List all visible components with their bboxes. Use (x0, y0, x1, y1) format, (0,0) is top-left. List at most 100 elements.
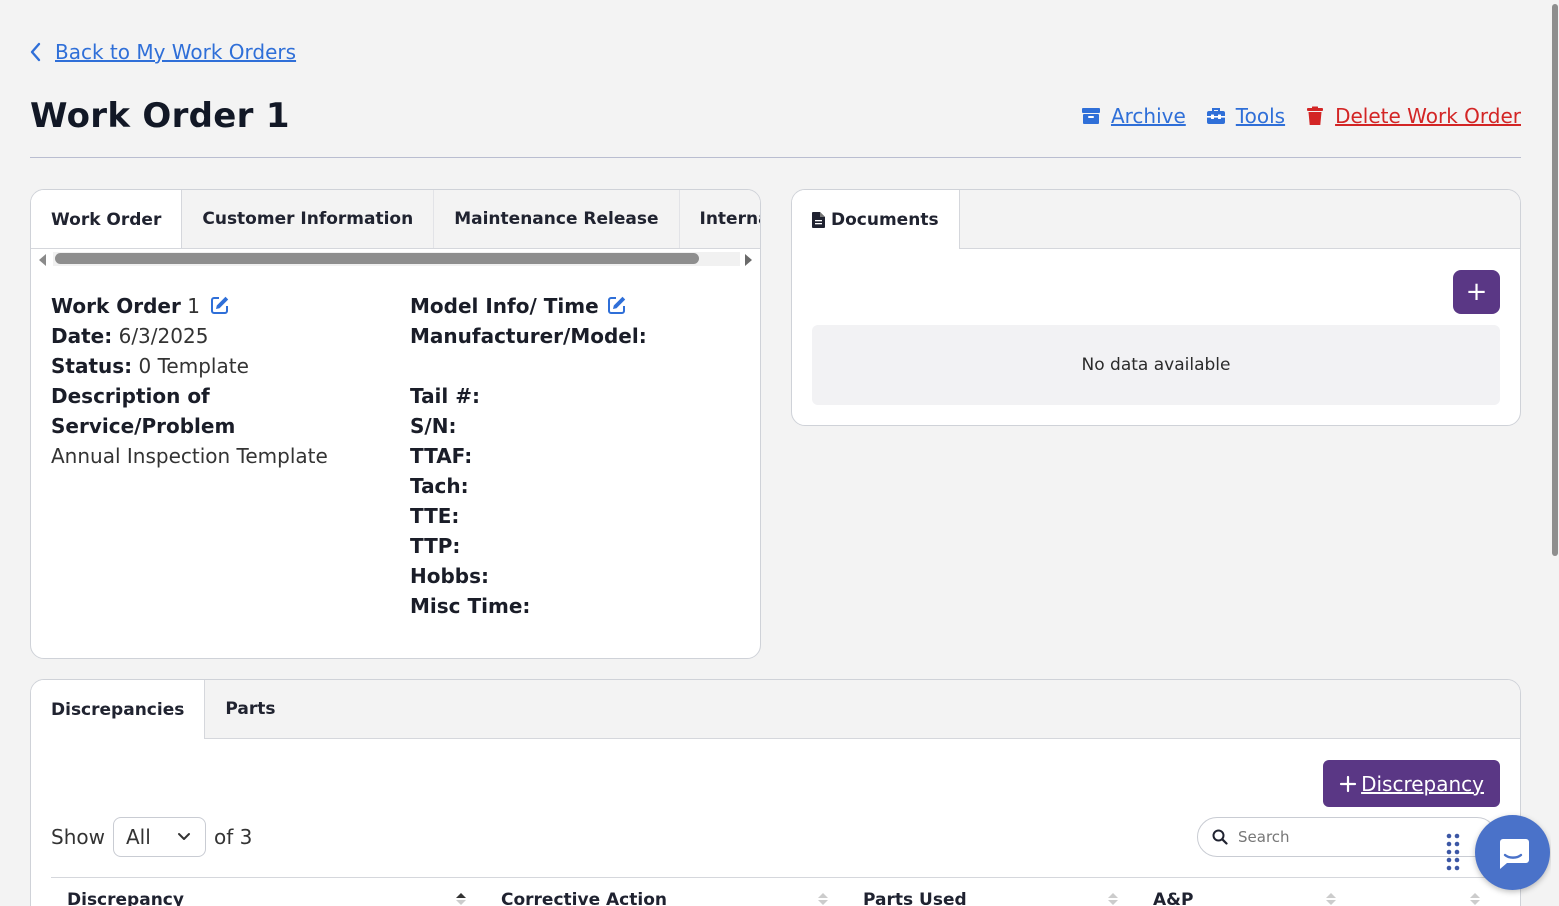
tach-row: Tach: (410, 471, 740, 501)
add-discrepancy-button[interactable]: Discrepancy (1323, 760, 1500, 807)
chevron-left-icon (30, 42, 41, 62)
sn-row: S/N: (410, 411, 740, 441)
work-order-card: Work Order Customer Information Maintena… (30, 189, 761, 659)
delete-work-order-button[interactable]: Delete Work Order (1305, 104, 1521, 128)
add-discrepancy-label[interactable]: Discrepancy (1361, 772, 1484, 796)
chat-icon (1499, 838, 1529, 869)
misc-time-label: Misc Time: (410, 594, 531, 618)
page-size-select[interactable]: All (112, 817, 206, 857)
status-value: 0 Template (138, 354, 249, 378)
grid-dots-icon[interactable] (1446, 833, 1462, 873)
search-input[interactable] (1238, 828, 1458, 846)
tail-label: Tail #: (410, 384, 480, 408)
description-label-row: Description of Service/Problem (51, 381, 391, 441)
delete-label[interactable]: Delete Work Order (1335, 104, 1521, 128)
search-icon (1212, 829, 1228, 845)
status-label: Status: (51, 354, 133, 378)
edit-model-info-icon[interactable] (607, 295, 627, 315)
work-order-value: 1 (187, 294, 200, 318)
trash-icon (1307, 106, 1324, 125)
page-size-value: All (125, 825, 151, 849)
tabs-horizontal-scrollbar[interactable] (31, 249, 760, 269)
blank-row (410, 351, 740, 381)
archive-button[interactable]: Archive (1081, 104, 1186, 128)
description-label: Description of Service/Problem (51, 384, 236, 438)
sort-icon[interactable] (1325, 892, 1337, 906)
model-info-row: Model Info/ Time (410, 291, 740, 321)
column-corrective-action[interactable]: Corrective Action (501, 890, 667, 906)
ttaf-row: TTAF: (410, 441, 740, 471)
tools-label[interactable]: Tools (1236, 104, 1285, 128)
toolbox-icon (1206, 108, 1225, 124)
manufacturer-row: Manufacturer/Model: (410, 321, 740, 351)
ttp-label: TTP: (410, 534, 461, 558)
tab-parts[interactable]: Parts (205, 680, 295, 738)
sort-icon[interactable] (817, 892, 829, 906)
sort-icon[interactable] (1107, 892, 1119, 906)
documents-tab-label[interactable]: Documents (831, 210, 939, 230)
tte-label: TTE: (410, 504, 460, 528)
tab-maintenance-release[interactable]: Maintenance Release (434, 190, 680, 248)
page-size-control: Show All of 3 (51, 817, 252, 857)
scroll-right-arrow-icon[interactable] (745, 254, 752, 266)
tab-internal-notes[interactable]: Internal Notes (680, 190, 761, 248)
archive-label[interactable]: Archive (1111, 104, 1186, 128)
misc-time-row: Misc Time: (410, 591, 740, 621)
work-order-number-row: Work Order 1 (51, 291, 391, 321)
sn-label: S/N: (410, 414, 457, 438)
work-order-tabs: Work Order Customer Information Maintena… (31, 190, 760, 249)
discrepancies-tabs: Discrepancies Parts (31, 680, 1520, 739)
chevron-down-icon (177, 833, 190, 840)
sort-asc-icon[interactable] (455, 892, 467, 906)
back-to-work-orders-link[interactable]: Back to My Work Orders (29, 40, 296, 64)
work-order-details: Work Order 1 Date: 6/3/2025 Status: 0 Te… (31, 269, 760, 658)
edit-work-order-icon[interactable] (210, 295, 230, 315)
plus-icon (1339, 775, 1357, 792)
ttp-row: TTP: (410, 531, 740, 561)
documents-tabs: Documents (792, 190, 1520, 249)
model-info-label: Model Info/ Time (410, 294, 599, 318)
date-value: 6/3/2025 (118, 324, 209, 348)
archive-icon (1081, 108, 1100, 124)
header-actions: Archive Tools Delete Work Order (1081, 104, 1521, 128)
documents-card: Documents + No data available (791, 189, 1521, 426)
show-label: Show (51, 825, 105, 849)
description-value-row: Annual Inspection Template (51, 441, 391, 471)
status-row: Status: 0 Template (51, 351, 391, 381)
page-vertical-scrollbar[interactable] (1551, 0, 1559, 906)
scrollbar-thumb[interactable] (55, 253, 699, 264)
back-link-label[interactable]: Back to My Work Orders (55, 40, 296, 64)
tab-documents[interactable]: Documents (792, 190, 960, 249)
description-value: Annual Inspection Template (51, 444, 328, 468)
sort-icon[interactable] (1469, 892, 1481, 906)
header-divider (30, 157, 1521, 158)
hobbs-label: Hobbs: (410, 564, 490, 588)
documents-empty-state: No data available (812, 325, 1500, 405)
chat-widget-button[interactable] (1475, 815, 1550, 890)
tools-button[interactable]: Tools (1206, 104, 1285, 128)
of-count-label: of 3 (213, 825, 253, 849)
file-icon (812, 211, 825, 228)
date-row: Date: 6/3/2025 (51, 321, 391, 351)
tab-discrepancies[interactable]: Discrepancies (31, 680, 206, 739)
scroll-left-arrow-icon[interactable] (39, 254, 46, 266)
tab-customer-information[interactable]: Customer Information (182, 190, 435, 248)
column-parts-used[interactable]: Parts Used (863, 890, 967, 906)
column-ap[interactable]: A&P (1153, 890, 1193, 906)
hobbs-row: Hobbs: (410, 561, 740, 591)
manufacturer-label: Manufacturer/Model: (410, 324, 647, 348)
ttaf-label: TTAF: (410, 444, 473, 468)
tach-label: Tach: (410, 474, 469, 498)
work-order-label: Work Order (51, 294, 181, 318)
discrepancies-table-header: Discrepancy Corrective Action Parts Used… (51, 877, 1500, 906)
add-document-button[interactable]: + (1453, 270, 1500, 314)
discrepancies-card: Discrepancies Parts Discrepancy Show All… (30, 679, 1521, 906)
tab-work-order[interactable]: Work Order (31, 190, 183, 248)
column-discrepancy[interactable]: Discrepancy (67, 890, 184, 906)
page-scrollbar-thumb[interactable] (1552, 4, 1558, 556)
date-label: Date: (51, 324, 113, 348)
tail-row: Tail #: (410, 381, 740, 411)
tte-row: TTE: (410, 501, 740, 531)
work-order-summary: Work Order 1 Date: 6/3/2025 Status: 0 Te… (51, 291, 391, 471)
model-info-section: Model Info/ Time Manufacturer/Model: Tai… (410, 291, 740, 621)
